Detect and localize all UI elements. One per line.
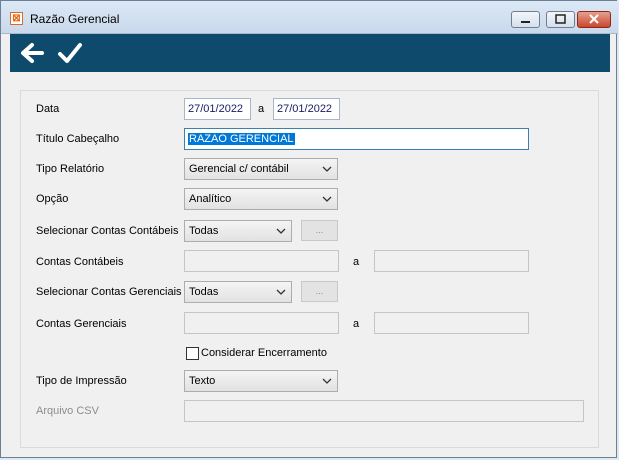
report-icon: ⊠ [10,12,23,25]
header-title-value: RAZAO GERENCIAL [188,133,295,145]
closing-checkbox[interactable] [186,347,199,360]
date-to-field[interactable]: 27/01/2022 [273,98,340,120]
toolbar [10,34,610,72]
option-value: Analítico [189,193,232,205]
accounting-accounts-separator: a [353,256,360,268]
chevron-down-icon [276,228,286,234]
csv-file-field[interactable] [184,400,584,422]
title-bar[interactable]: ⊠ Razão Gerencial [1,1,618,34]
checkmark-icon[interactable] [56,40,84,66]
form-area: Data 27/01/2022 a 27/01/2022 Título Cabe… [10,72,610,456]
csv-file-label: Arquivo CSV [36,405,99,417]
accounting-accounts-to-field[interactable] [374,250,529,272]
chevron-down-icon [322,196,332,202]
accounting-accounts-label: Contas Contábeis [36,256,124,268]
print-type-value: Texto [189,375,216,387]
close-button[interactable] [577,11,611,28]
print-type-label: Tipo de Impressão [36,375,127,387]
management-accounts-to-field[interactable] [374,312,529,334]
window-title: Razão Gerencial [30,12,120,26]
header-title-label: Título Cabeçalho [36,133,120,145]
back-arrow-icon[interactable] [18,40,46,66]
option-label: Opção [36,193,69,205]
date-from-field[interactable]: 27/01/2022 [184,98,251,120]
chevron-down-icon [322,166,332,172]
report-type-label: Tipo Relatório [36,163,105,175]
minimize-icon [521,21,530,23]
select-management-accounts-label: Selecionar Contas Gerenciais [36,286,182,298]
closing-checkbox-label[interactable]: Considerar Encerramento [201,347,327,359]
report-window: ⊠ Razão Gerencial Data 27/01/2022 a 27/0… [0,0,618,458]
close-icon [589,14,599,24]
option-select[interactable]: Analítico [184,188,338,210]
minimize-button[interactable] [511,11,540,28]
select-accounting-accounts-label: Selecionar Contas Contábeis [36,225,179,237]
header-title-input[interactable]: RAZAO GERENCIAL [184,128,529,150]
management-accounts-browse-button[interactable]: ... [301,281,338,302]
select-accounting-accounts-select[interactable]: Todas [184,220,292,242]
select-management-accounts-select[interactable]: Todas [184,281,292,303]
date-label: Data [36,103,60,115]
report-type-value: Gerencial c/ contábil [189,163,289,175]
accounting-accounts-browse-button[interactable]: ... [301,220,338,241]
accounting-accounts-from-field[interactable] [184,250,339,272]
select-accounting-accounts-value: Todas [189,225,219,237]
management-accounts-separator: a [353,318,360,330]
report-type-select[interactable]: Gerencial c/ contábil [184,158,338,180]
maximize-button[interactable] [546,11,575,28]
management-accounts-from-field[interactable] [184,312,339,334]
chevron-down-icon [322,378,332,384]
select-management-accounts-value: Todas [189,286,219,298]
print-type-select[interactable]: Texto [184,370,338,392]
date-range-separator: a [258,103,265,115]
chevron-down-icon [276,289,286,295]
maximize-icon [555,14,566,24]
management-accounts-label: Contas Gerenciais [36,318,127,330]
